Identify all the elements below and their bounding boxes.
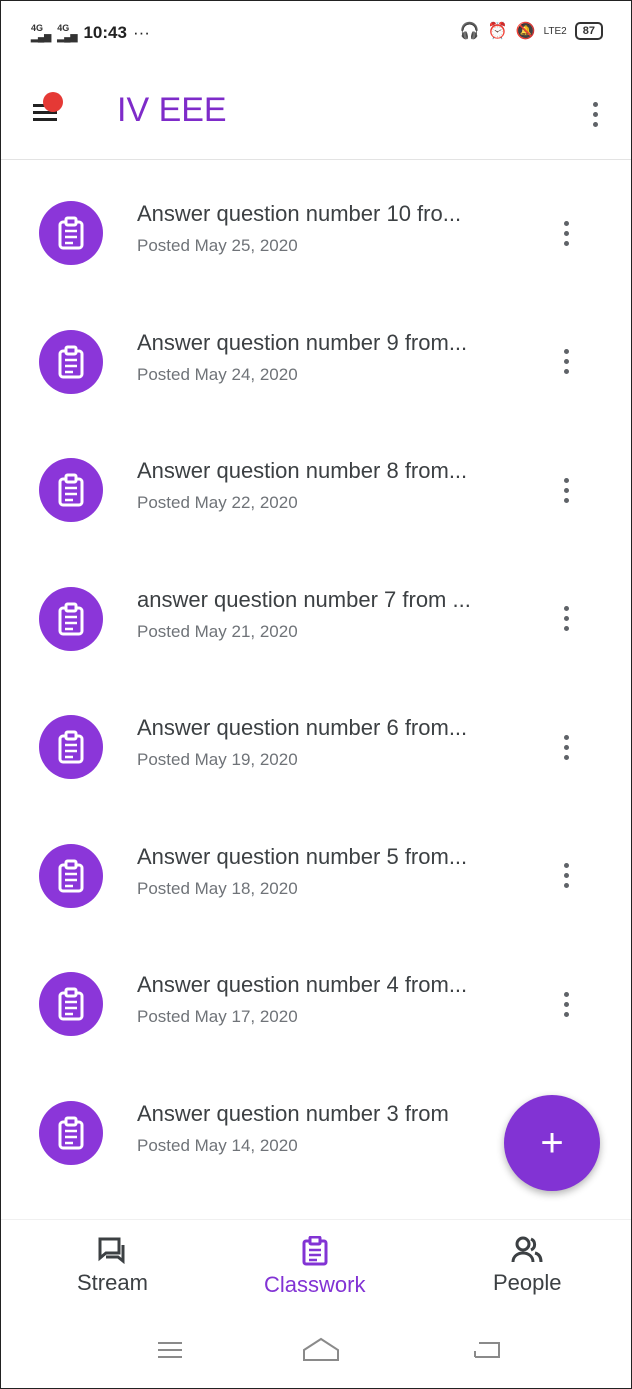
signal-icon-2: 4G ▂▄▆ xyxy=(57,23,78,42)
posted-date: Posted May 24, 2020 xyxy=(137,364,298,384)
people-icon xyxy=(511,1236,543,1263)
posted-date: Posted May 19, 2020 xyxy=(137,750,298,769)
headphones-icon: 🎧 xyxy=(459,23,480,40)
tab-classwork[interactable]: Classwork xyxy=(264,1236,365,1298)
bottom-navigation: Stream Classwork People xyxy=(1,1219,631,1322)
list-item[interactable]: Answer question number 10 fro... Posted … xyxy=(1,179,631,308)
assignment-title: Answer question number 5 from... xyxy=(137,843,468,869)
menu-icon[interactable] xyxy=(31,92,71,132)
signal-icon-1: 4G ▂▄▆ xyxy=(31,23,52,42)
stream-icon xyxy=(98,1237,125,1264)
recent-apps-icon[interactable] xyxy=(156,1337,184,1363)
posted-date: Posted May 22, 2020 xyxy=(137,493,298,512)
more-vertical-icon[interactable] xyxy=(585,95,605,133)
more-vertical-icon[interactable] xyxy=(556,599,576,639)
posted-date: Posted May 14, 2020 xyxy=(137,1135,298,1155)
more-vertical-icon[interactable] xyxy=(556,984,576,1024)
posted-date: Posted May 21, 2020 xyxy=(137,621,298,641)
clock: 10:43 xyxy=(83,23,127,42)
more-vertical-icon[interactable] xyxy=(556,213,576,253)
tab-stream-label: Stream xyxy=(77,1270,148,1295)
page-title: IV EEE xyxy=(117,91,227,129)
list-item[interactable]: Answer question number 8 from... Posted … xyxy=(1,436,631,565)
more-vertical-icon[interactable] xyxy=(556,727,576,767)
posted-date: Posted May 18, 2020 xyxy=(137,878,298,898)
tab-people[interactable]: People xyxy=(493,1236,562,1296)
assignment-icon xyxy=(39,843,103,908)
add-button[interactable]: + xyxy=(504,1095,600,1191)
phone-screen: 4G ▂▄▆ 4G ▂▄▆ 10:43 ··· 🎧 ⏰ 🔕 LTE2 87 IV E… xyxy=(0,0,632,1389)
alarm-icon: ⏰ xyxy=(487,23,508,40)
posted-date: Posted May 25, 2020 xyxy=(137,236,298,255)
plus-icon: + xyxy=(540,1120,564,1165)
list-item[interactable]: Answer question number 4 from... Posted … xyxy=(1,950,631,1079)
list-item[interactable]: Answer question number 6 from... Posted … xyxy=(1,693,631,822)
classwork-list: Answer question number 10 fro... Posted … xyxy=(1,179,631,1207)
posted-date: Posted May 17, 2020 xyxy=(137,1007,298,1026)
assignment-title: Answer question number 6 from... xyxy=(137,715,468,740)
signal-label-2: 4G xyxy=(57,23,70,33)
status-extra: ··· xyxy=(132,23,150,42)
home-icon[interactable] xyxy=(301,1337,341,1363)
signal-label-1: 4G xyxy=(31,23,44,33)
network-label: LTE2 xyxy=(543,25,567,37)
status-right: 🎧 ⏰ 🔕 LTE2 87 xyxy=(460,21,603,41)
assignment-title: Answer question number 3 from xyxy=(137,1100,449,1126)
list-item[interactable]: answer question number 7 from ... Posted… xyxy=(1,565,631,694)
assignment-icon xyxy=(39,201,103,265)
tab-people-label: People xyxy=(493,1270,562,1295)
list-item[interactable]: Answer question number 9 from... Posted … xyxy=(1,308,631,437)
status-left: 4G ▂▄▆ 4G ▂▄▆ 10:43 ··· xyxy=(31,23,150,43)
assignment-icon xyxy=(39,458,103,522)
assignment-icon xyxy=(39,329,103,394)
menu-line xyxy=(33,118,57,121)
tab-classwork-label: Classwork xyxy=(264,1272,366,1297)
assignment-title: Answer question number 9 from... xyxy=(137,329,468,355)
app-bar: IV EEE xyxy=(1,71,631,160)
assignment-title: Answer question number 10 fro... xyxy=(137,201,462,226)
list-item[interactable]: Answer question number 5 from... Posted … xyxy=(1,822,631,951)
more-vertical-icon[interactable] xyxy=(556,342,576,382)
notification-dot xyxy=(43,92,63,112)
assignment-title: Answer question number 8 from... xyxy=(137,458,468,483)
battery-icon: 87 xyxy=(574,22,603,40)
assignment-icon xyxy=(39,972,103,1036)
more-vertical-icon[interactable] xyxy=(556,470,576,510)
assignment-title: Answer question number 4 from... xyxy=(137,972,468,997)
mute-icon: 🔕 xyxy=(515,23,536,40)
back-icon[interactable] xyxy=(471,1337,503,1363)
status-bar: 4G ▂▄▆ 4G ▂▄▆ 10:43 ··· 🎧 ⏰ 🔕 LTE2 87 xyxy=(1,1,631,71)
assignment-icon xyxy=(39,1100,103,1165)
classwork-icon xyxy=(302,1236,328,1266)
assignment-icon xyxy=(39,586,103,651)
tab-stream[interactable]: Stream xyxy=(77,1236,148,1296)
assignment-icon xyxy=(39,715,103,779)
more-vertical-icon[interactable] xyxy=(556,856,576,896)
system-navigation xyxy=(1,1321,631,1388)
assignment-title: answer question number 7 from ... xyxy=(137,586,471,612)
